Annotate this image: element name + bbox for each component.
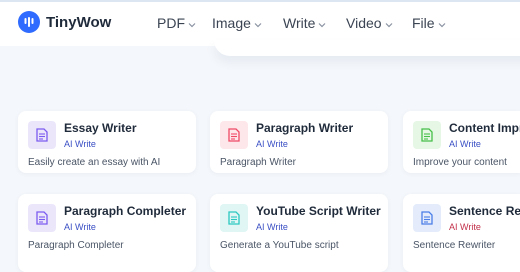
tool-card-description: Improve your content	[413, 157, 507, 168]
tool-card-description: Generate a YouTube script	[220, 240, 339, 251]
tool-card-title: Sentence Rewriter	[449, 204, 520, 218]
tool-card-description: Paragraph Completer	[28, 240, 124, 251]
document-icon	[413, 204, 441, 232]
tool-card-title: YouTube Script Writer	[256, 204, 381, 218]
tool-card-tag: AI Write	[449, 222, 481, 232]
chevron-down-icon	[254, 15, 262, 31]
brand-logo[interactable]: TinyWow	[18, 11, 111, 33]
nav-video[interactable]: Video	[346, 15, 393, 31]
nav-pdf[interactable]: PDF	[157, 15, 196, 31]
tool-card-content-improver[interactable]: Content Improver AI Write Improve your c…	[403, 111, 520, 173]
tool-card-description: Paragraph Writer	[220, 157, 296, 168]
document-icon	[220, 204, 248, 232]
tool-card-youtube-script-writer[interactable]: YouTube Script Writer AI Write Generate …	[210, 194, 388, 272]
nav-file-label: File	[412, 15, 435, 31]
tool-card-paragraph-completer[interactable]: Paragraph Completer AI Write Paragraph C…	[18, 194, 196, 272]
chevron-down-icon	[438, 15, 446, 31]
chevron-down-icon	[188, 15, 196, 31]
nav-image-label: Image	[212, 15, 251, 31]
tool-card-title: Paragraph Writer	[256, 121, 354, 135]
tool-card-tag: AI Write	[64, 139, 96, 149]
search-panel	[214, 40, 520, 56]
tool-card-paragraph-writer[interactable]: Paragraph Writer AI Write Paragraph Writ…	[210, 111, 388, 173]
tool-card-tag: AI Write	[256, 222, 288, 232]
chevron-down-icon	[385, 15, 393, 31]
nav-file[interactable]: File	[412, 15, 446, 31]
brand-name: TinyWow	[46, 13, 112, 31]
nav-video-label: Video	[346, 15, 382, 31]
tool-card-description: Sentence Rewriter	[413, 240, 496, 251]
document-icon	[413, 121, 441, 149]
tool-card-tag: AI Write	[64, 222, 96, 232]
document-icon	[28, 204, 56, 232]
nav-image[interactable]: Image	[212, 15, 262, 31]
tool-card-title: Essay Writer	[64, 121, 137, 135]
chevron-down-icon	[318, 15, 326, 31]
tool-card-tag: AI Write	[256, 139, 288, 149]
tool-card-sentence-rewriter[interactable]: Sentence Rewriter AI Write Sentence Rewr…	[403, 194, 520, 272]
logo-icon	[18, 11, 40, 33]
tool-card-title: Paragraph Completer	[64, 204, 187, 218]
tool-card-description: Easily create an essay with AI	[28, 157, 161, 168]
nav-write[interactable]: Write	[283, 15, 326, 31]
nav-pdf-label: PDF	[157, 15, 185, 31]
tool-card-essay-writer[interactable]: Essay Writer AI Write Easily create an e…	[18, 111, 196, 173]
document-icon	[28, 121, 56, 149]
document-icon	[220, 121, 248, 149]
tool-card-tag: AI Write	[449, 139, 481, 149]
tool-card-title: Content Improver	[449, 121, 520, 135]
nav-write-label: Write	[283, 15, 316, 31]
